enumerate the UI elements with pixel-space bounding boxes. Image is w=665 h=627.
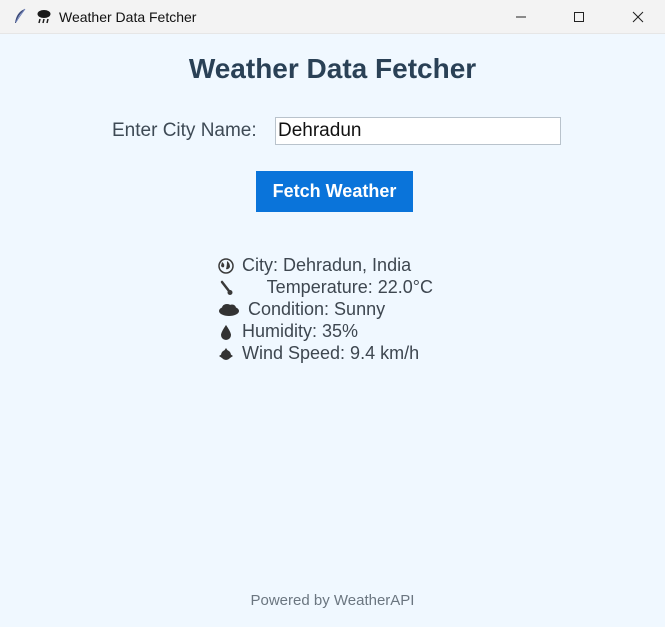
maximize-button[interactable]: [556, 0, 602, 34]
result-wind-text: Wind Speed: 9.4 km/h: [242, 343, 420, 363]
water-drop-icon: [217, 323, 235, 341]
globe-icon: [217, 257, 235, 275]
thermometer-icon: [217, 279, 235, 297]
city-label: Enter City Name:: [112, 120, 257, 141]
result-temperature-text: Temperature: 22.0°C: [242, 277, 433, 297]
result-humidity: Humidity: 35%: [217, 321, 358, 342]
cloud-icon: [217, 301, 241, 319]
app-body: Weather Data Fetcher Enter City Name: Fe…: [0, 34, 665, 627]
close-button[interactable]: [615, 0, 661, 34]
minimize-button[interactable]: [498, 0, 544, 34]
window-title: Weather Data Fetcher: [59, 9, 197, 25]
feather-icon: [12, 8, 28, 24]
fetch-weather-button[interactable]: Fetch Weather: [256, 171, 413, 212]
result-condition: Condition: Sunny: [217, 299, 385, 320]
window-titlebar: Weather Data Fetcher: [0, 0, 665, 34]
result-city: City: Dehradun, India: [217, 255, 411, 276]
result-city-text: City: Dehradun, India: [242, 255, 412, 275]
result-condition-text: Condition: Sunny: [248, 299, 386, 319]
storm-cloud-icon: [36, 8, 52, 24]
wind-icon: [217, 345, 235, 363]
result-wind: Wind Speed: 9.4 km/h: [217, 343, 419, 364]
result-humidity-text: Humidity: 35%: [242, 321, 359, 341]
page-title: Weather Data Fetcher: [188, 53, 477, 84]
city-input[interactable]: [275, 117, 561, 145]
result-temperature: Temperature: 22.0°C: [217, 277, 433, 298]
footer-credit: Powered by WeatherAPI: [250, 592, 415, 609]
